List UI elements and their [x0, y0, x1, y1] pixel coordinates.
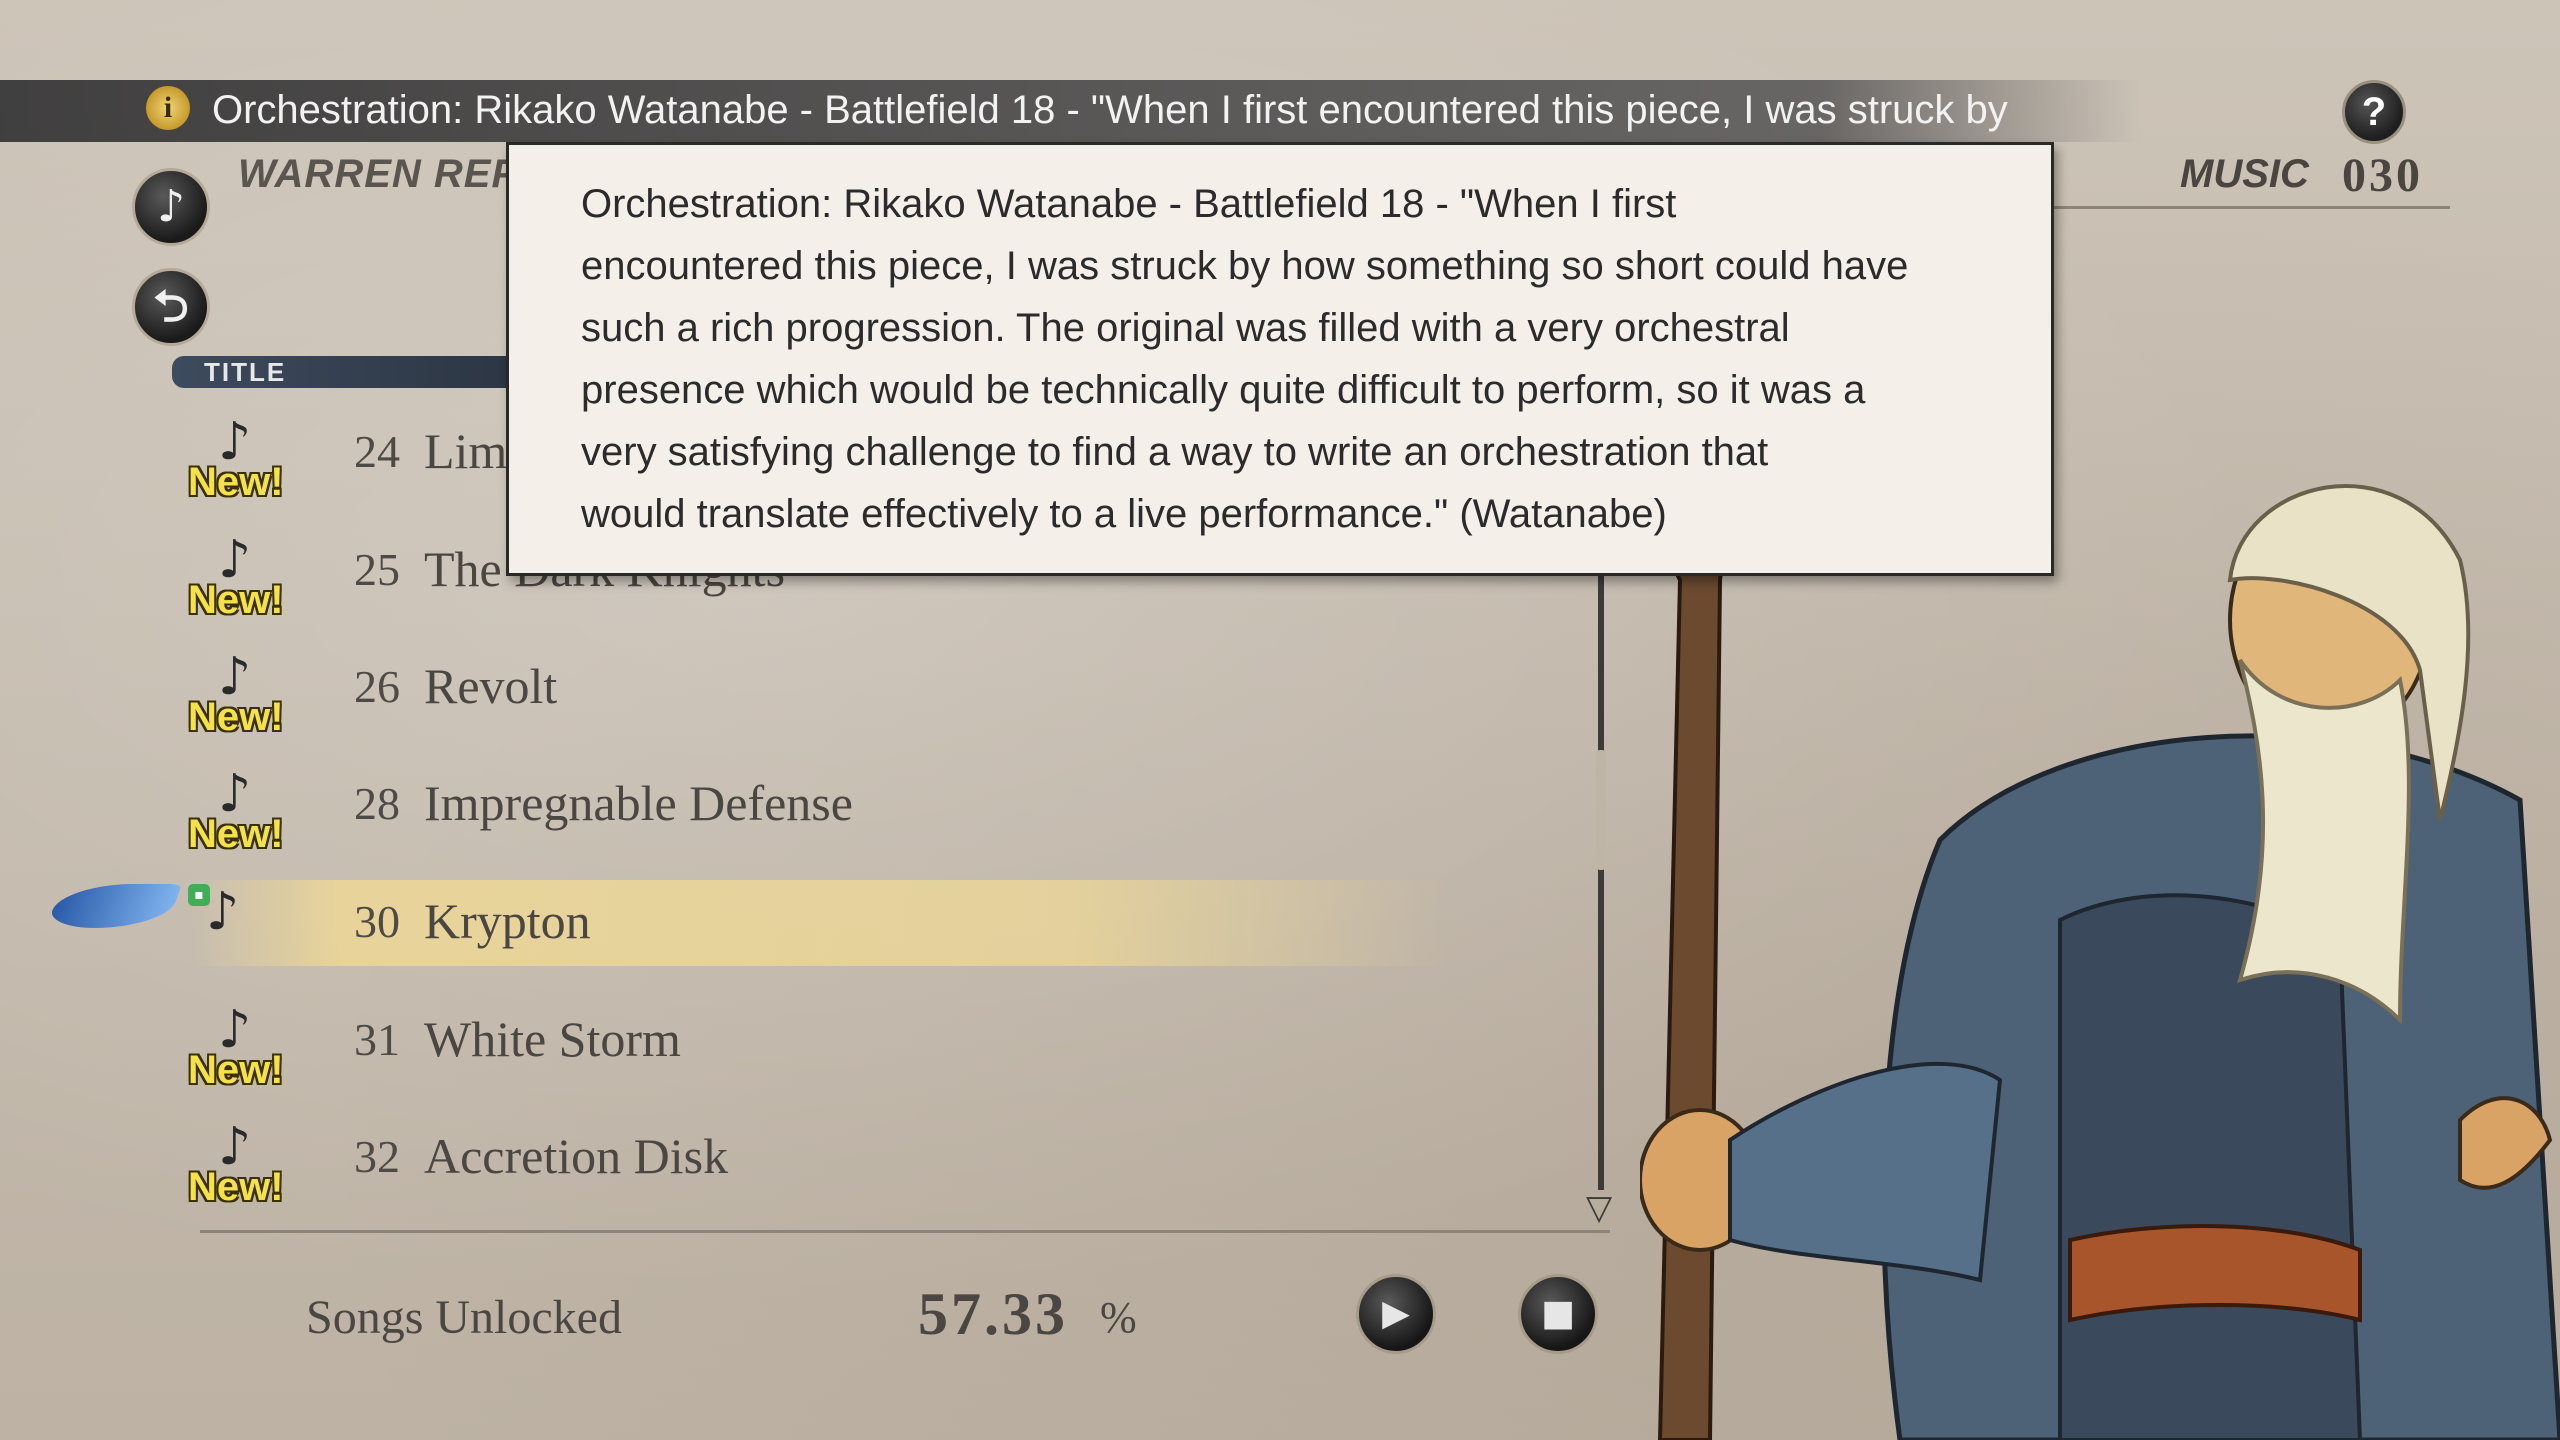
new-badge: ♪ New! — [188, 764, 284, 856]
new-badge: ♪ New! — [188, 530, 284, 622]
music-mode-button[interactable]: ♪ — [132, 168, 210, 246]
back-icon: ⮌ — [153, 281, 189, 332]
wing-cursor-icon — [45, 884, 183, 928]
scroll-down-icon[interactable]: ▽ — [1586, 1188, 1612, 1228]
scrollbar-thumb[interactable] — [1596, 750, 1606, 870]
back-button[interactable]: ⮌ — [132, 268, 210, 346]
tooltip-line: such a rich progression. The original wa… — [581, 306, 1790, 350]
stop-icon: ■ — [1540, 1293, 1575, 1334]
help-button[interactable]: ? — [2342, 80, 2406, 144]
track-number[interactable]: 30 — [330, 895, 400, 948]
question-icon: ? — [2361, 90, 2387, 134]
tooltip-line: Orchestration: Rikako Watanabe - Battlef… — [581, 182, 1677, 226]
list-divider — [200, 1230, 1610, 1233]
tooltip-line: would translate effectively to a live pe… — [581, 492, 1667, 536]
new-badge: ♪ New! — [188, 1000, 284, 1092]
songs-unlocked-value: 57.33 — [918, 1281, 1068, 1347]
music-note-icon: ♪ — [206, 882, 240, 942]
info-icon: i — [146, 86, 190, 130]
stop-button[interactable]: ■ — [1518, 1274, 1598, 1354]
scrollbar-track[interactable] — [1598, 560, 1604, 1190]
track-title[interactable]: Impregnable Defense — [424, 774, 853, 832]
header-divider — [2050, 206, 2450, 209]
track-title[interactable]: Krypton — [424, 892, 591, 950]
track-number[interactable]: 25 — [330, 543, 400, 596]
new-badge: ♪ New! — [188, 412, 284, 504]
track-number[interactable]: 31 — [330, 1013, 400, 1066]
play-icon: ▶ — [1382, 1293, 1410, 1334]
new-badge: ♪ New! — [188, 647, 284, 739]
track-number[interactable]: 26 — [330, 660, 400, 713]
ticker-text: Orchestration: Rikako Watanabe - Battlef… — [212, 88, 2008, 132]
track-title[interactable]: White Storm — [424, 1010, 681, 1068]
tooltip-line: very satisfying challenge to find a way … — [581, 430, 1769, 474]
description-tooltip: Orchestration: Rikako Watanabe - Battlef… — [506, 142, 2054, 576]
music-note-icon: ♪ — [156, 181, 186, 232]
track-title[interactable]: Accretion Disk — [424, 1127, 728, 1185]
music-label: MUSIC — [2180, 152, 2309, 196]
report-label: WARREN REPO — [238, 152, 552, 196]
track-title[interactable]: Revolt — [424, 657, 557, 715]
new-badge: ♪ New! — [188, 1117, 284, 1209]
songs-unlocked-label: Songs Unlocked — [306, 1291, 622, 1344]
title-column-header: TITLE — [172, 356, 512, 388]
track-number[interactable]: 28 — [330, 777, 400, 830]
track-number[interactable]: 32 — [330, 1130, 400, 1183]
play-button[interactable]: ▶ — [1356, 1274, 1436, 1354]
music-count: 030 — [2342, 149, 2423, 202]
tooltip-line: encountered this piece, I was struck by … — [581, 244, 1909, 288]
songs-unlocked-percent-sign: % — [1100, 1293, 1137, 1342]
tooltip-line: presence which would be technically quit… — [581, 368, 1866, 412]
track-title[interactable]: Lim — [424, 422, 507, 480]
track-number[interactable]: 24 — [330, 425, 400, 478]
